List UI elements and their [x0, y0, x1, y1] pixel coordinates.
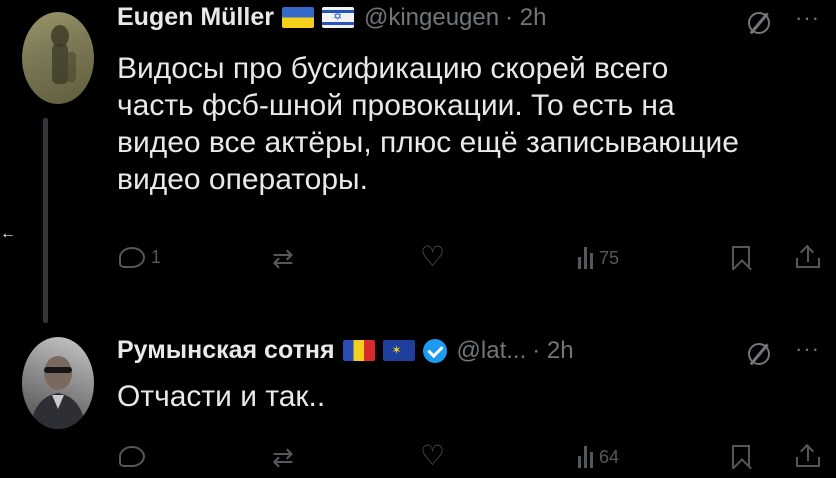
heart-icon: ♡: [420, 440, 446, 471]
bookmark-icon: [732, 445, 750, 469]
reply-icon: [119, 247, 145, 268]
avatar-portrait-icon: [30, 356, 86, 429]
tweet-header: Румынская сотня ✶ @lat... · 2h: [117, 336, 574, 365]
reply-button[interactable]: 1: [119, 247, 161, 268]
reply-count: 1: [151, 247, 162, 267]
tweet-time[interactable]: · 2h: [505, 4, 546, 32]
views-button[interactable]: 64: [578, 446, 619, 468]
retweet-icon: ⇄: [272, 442, 294, 472]
tweet-text-line: Отчасти и так..: [117, 380, 326, 413]
tweet-time[interactable]: · 2h: [532, 337, 573, 365]
more-options-icon[interactable]: ···: [795, 5, 820, 31]
more-options-icon[interactable]: ···: [795, 336, 820, 362]
back-arrow-icon[interactable]: ←: [0, 225, 16, 243]
avatar[interactable]: [22, 12, 94, 104]
tweet-text-line: Видосы про бусификацию скорей всего: [117, 52, 669, 85]
reply-icon: [119, 446, 145, 467]
bookmark-button[interactable]: [732, 445, 750, 469]
heart-icon: ♡: [420, 241, 446, 272]
share-button[interactable]: [796, 443, 820, 467]
retweet-button[interactable]: ⇄: [272, 243, 294, 274]
like-button[interactable]: ♡: [420, 439, 445, 472]
author-handle[interactable]: @kingeugen: [364, 4, 499, 32]
retweet-button[interactable]: ⇄: [272, 442, 294, 473]
share-icon: [796, 244, 820, 268]
bookmark-button[interactable]: [732, 246, 750, 270]
tweet-text: Отчасти и так..: [117, 378, 325, 415]
views-count: 75: [599, 247, 620, 268]
share-icon: [796, 443, 820, 467]
thread-connector-line: [43, 118, 48, 323]
tweet-text-line: часть фсб-шной провокации. То есть на: [117, 89, 675, 122]
grok-icon[interactable]: [748, 12, 770, 34]
views-button[interactable]: 75: [578, 247, 619, 269]
eu-flag-icon: ✶: [382, 340, 415, 361]
tweet-text-line: видео все актёры, плюс ещё записывающие: [117, 126, 739, 159]
like-button[interactable]: ♡: [420, 240, 445, 273]
tweet-text: Видосы про бусификацию скорей всего част…: [117, 50, 739, 198]
verified-badge-icon[interactable]: [422, 338, 447, 363]
views-count: 64: [599, 446, 620, 467]
israel-flag-icon: ✡: [321, 7, 354, 28]
avatar-silhouette-icon: [51, 25, 76, 84]
reply-button[interactable]: [119, 446, 151, 467]
bookmark-icon: [732, 246, 750, 270]
author-name[interactable]: Румынская сотня: [117, 336, 335, 365]
views-icon: [578, 247, 593, 269]
ukraine-flag-icon: [281, 7, 314, 28]
tweet-header: Eugen Müller ✡ @kingeugen · 2h: [117, 3, 546, 32]
author-handle[interactable]: @lat...: [457, 337, 527, 365]
retweet-icon: ⇄: [272, 243, 294, 273]
tweet-text-line: видео операторы.: [117, 163, 368, 196]
avatar[interactable]: [22, 337, 94, 429]
author-name[interactable]: Eugen Müller: [117, 3, 274, 32]
grok-icon[interactable]: [748, 343, 770, 365]
views-icon: [578, 446, 593, 468]
share-button[interactable]: [796, 244, 820, 268]
romania-flag-icon: [342, 340, 375, 361]
